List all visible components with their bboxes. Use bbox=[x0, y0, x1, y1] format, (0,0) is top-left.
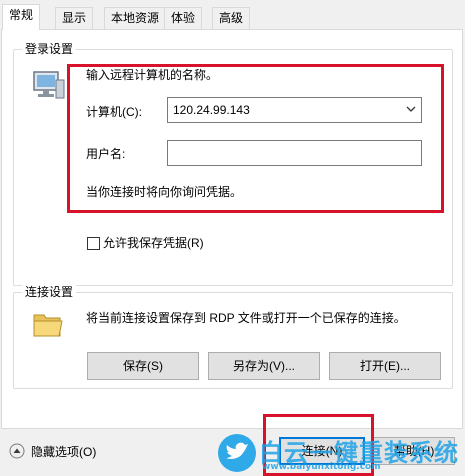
save-as-button-label: 另存为(V)... bbox=[233, 359, 295, 373]
tab-panel: 登录设置 输入远程计算机的名称。 计算机(C): 120.24.99.143 用… bbox=[1, 29, 463, 429]
username-label: 用户名: bbox=[86, 147, 126, 161]
allow-save-checkbox[interactable] bbox=[87, 237, 100, 250]
open-button-label: 打开(E)... bbox=[360, 359, 410, 373]
tab-general-label: 常规 bbox=[9, 8, 34, 22]
tab-local-resources[interactable]: 本地资源 bbox=[104, 7, 167, 29]
hide-options-link[interactable]: 隐藏选项(O) bbox=[31, 445, 96, 459]
tab-general[interactable]: 常规 bbox=[2, 4, 41, 30]
login-settings-group: 登录设置 bbox=[13, 42, 453, 286]
watermark-url: www.baiyunxitong.com bbox=[262, 462, 381, 472]
chevron-down-icon[interactable] bbox=[405, 103, 417, 115]
open-button[interactable]: 打开(E)... bbox=[329, 352, 441, 380]
tab-display-label: 显示 bbox=[62, 11, 87, 25]
credential-prompt-note: 当你连接时将向你询问凭据。 bbox=[86, 185, 243, 199]
tab-experience[interactable]: 体验 bbox=[164, 7, 203, 29]
login-settings-title: 登录设置 bbox=[22, 42, 77, 56]
computer-icon bbox=[33, 71, 65, 99]
folder-icon bbox=[33, 314, 63, 337]
save-button-label: 保存(S) bbox=[123, 359, 163, 373]
save-as-button[interactable]: 另存为(V)... bbox=[208, 352, 320, 380]
tab-advanced-label: 高级 bbox=[219, 11, 244, 25]
tab-bar: 常规 显示 本地资源 体验 高级 bbox=[0, 0, 465, 30]
computer-value: 120.24.99.143 bbox=[173, 103, 250, 117]
tab-advanced[interactable]: 高级 bbox=[212, 7, 251, 29]
collapse-up-icon[interactable] bbox=[9, 443, 25, 459]
bird-logo-icon bbox=[218, 434, 256, 472]
connection-description: 将当前连接设置保存到 RDP 文件或打开一个已保存的连接。 bbox=[86, 311, 406, 325]
save-button[interactable]: 保存(S) bbox=[87, 352, 199, 380]
tab-experience-label: 体验 bbox=[171, 11, 196, 25]
login-instruction: 输入远程计算机的名称。 bbox=[86, 68, 219, 82]
allow-save-label[interactable]: 允许我保存凭据(R) bbox=[103, 236, 204, 250]
username-input[interactable] bbox=[167, 140, 422, 166]
computer-label: 计算机(C): bbox=[86, 105, 142, 119]
tab-display[interactable]: 显示 bbox=[55, 7, 94, 29]
tab-local-resources-label: 本地资源 bbox=[111, 11, 160, 25]
connection-settings-title: 连接设置 bbox=[22, 285, 77, 299]
computer-combobox[interactable]: 120.24.99.143 bbox=[167, 97, 422, 123]
